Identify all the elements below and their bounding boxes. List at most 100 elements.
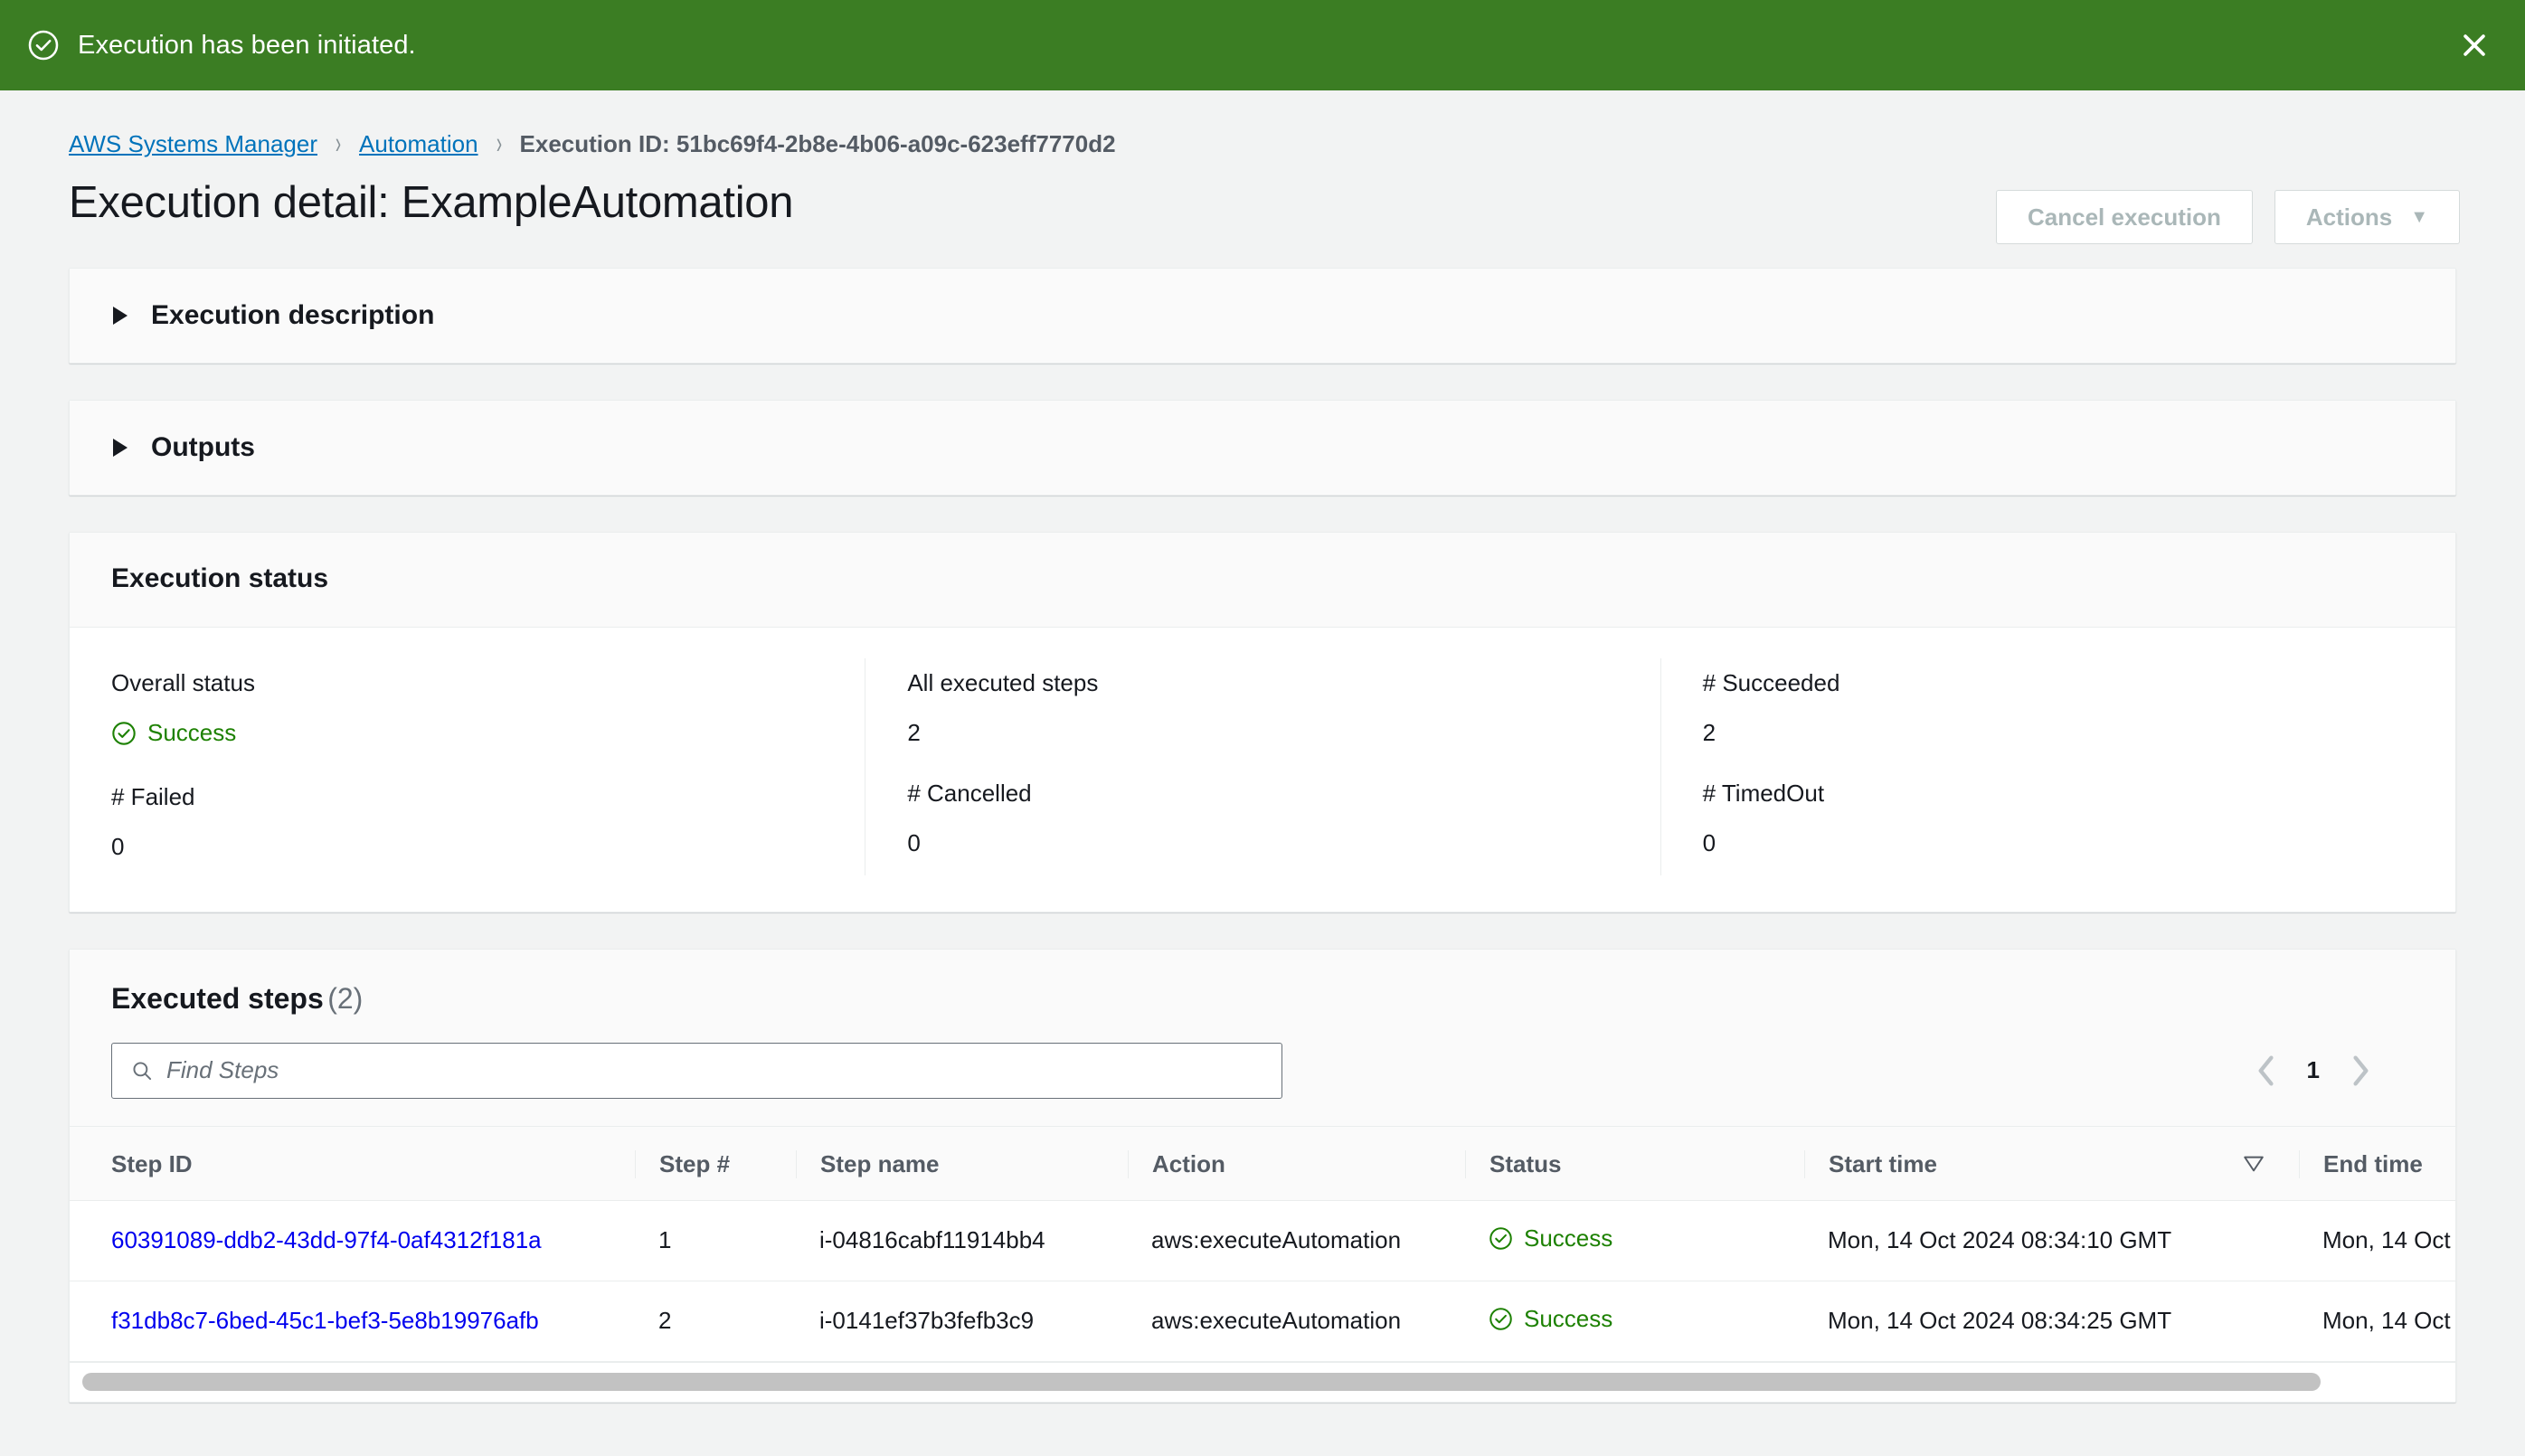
column-header-step-id[interactable]: Step ID: [70, 1126, 635, 1201]
executed-steps-count: (2): [327, 981, 364, 1015]
status-badge: Success: [111, 719, 236, 747]
column-header-start-time[interactable]: Start time: [1804, 1126, 2299, 1201]
flash-notification-banner: Execution has been initiated.: [0, 0, 2525, 90]
success-circle-check-icon: [112, 721, 136, 745]
status-value: 0: [1702, 829, 1716, 856]
status-cell-succeeded: # Succeeded 2 # TimedOut 0: [1660, 658, 2455, 875]
chevron-right-icon: [113, 439, 128, 457]
sort-descending-icon: [2243, 1156, 2265, 1172]
cell-step-id: f31db8c7-6bed-45c1-bef3-5e8b19976afb: [70, 1281, 635, 1362]
executed-steps-title: Executed steps: [111, 981, 324, 1015]
status-label: Overall status: [111, 669, 255, 696]
breadcrumb-item-aws-systems-manager[interactable]: AWS Systems Manager: [69, 130, 317, 158]
chevron-right-icon: [113, 307, 128, 325]
execution-description-header[interactable]: Execution description: [70, 269, 2455, 363]
status-value: 2: [907, 719, 921, 746]
close-icon[interactable]: [2454, 25, 2494, 65]
success-circle-check-icon: [1489, 1226, 1512, 1250]
executed-steps-toolbar: 1: [111, 1042, 2414, 1099]
executed-steps-table-scroll: Step ID Step # Step name Action Status S…: [70, 1126, 2455, 1362]
cell-step-number: 2: [635, 1281, 796, 1362]
actions-label: Actions: [2305, 203, 2393, 231]
column-header-status[interactable]: Status: [1465, 1126, 1804, 1201]
table-row[interactable]: 60391089-ddb2-43dd-97f4-0af4312f181a 1 i…: [70, 1200, 2455, 1281]
breadcrumb: AWS Systems Manager › Automation › Execu…: [0, 90, 2525, 161]
cell-end-time: Mon, 14 Oct 2024 08:: [2299, 1281, 2455, 1362]
execution-description-section[interactable]: Execution description: [69, 268, 2456, 364]
execution-status-section: Execution status Overall status Success …: [69, 532, 2456, 912]
status-badge: Success: [1489, 1305, 1612, 1333]
cancel-execution-label: Cancel execution: [2028, 203, 2221, 231]
column-label: Step name: [820, 1149, 940, 1177]
breadcrumb-item-execution-id: Execution ID: 51bc69f4-2b8e-4b06-a09c-62…: [519, 129, 1116, 157]
cell-step-id: 60391089-ddb2-43dd-97f4-0af4312f181a: [70, 1200, 635, 1281]
execution-description-label: Execution description: [151, 300, 435, 330]
page-content: AWS Systems Manager › Automation › Execu…: [0, 90, 2525, 1403]
status-label: # Failed: [111, 782, 195, 810]
header-actions: Cancel execution Actions ▼: [1996, 179, 2460, 244]
chevron-left-icon[interactable]: [2256, 1054, 2276, 1087]
search-icon: [133, 1061, 152, 1080]
chevron-down-icon: ▼: [2410, 207, 2428, 227]
cell-status: Success: [1465, 1200, 1804, 1281]
column-header-action[interactable]: Action: [1128, 1126, 1465, 1201]
outputs-header[interactable]: Outputs: [70, 401, 2455, 495]
actions-dropdown-button[interactable]: Actions ▼: [2274, 190, 2460, 244]
executed-steps-header: Executed steps (2) Find Steps 1: [70, 949, 2455, 1127]
table-body: 60391089-ddb2-43dd-97f4-0af4312f181a 1 i…: [70, 1200, 2455, 1362]
column-header-step-name[interactable]: Step name: [796, 1126, 1128, 1201]
success-circle-check-icon: [1489, 1307, 1512, 1330]
search-input[interactable]: [166, 1056, 1263, 1084]
status-value: 0: [111, 832, 125, 860]
status-cell-all-executed-steps: All executed steps 2 # Cancelled 0: [865, 658, 1660, 875]
execution-status-title: Execution status: [111, 563, 329, 593]
status-cell-overall-status: Overall status Success # Failed 0: [70, 658, 865, 875]
cell-start-time: Mon, 14 Oct 2024 08:34:25 GMT: [1804, 1281, 2299, 1362]
outputs-label: Outputs: [151, 432, 255, 462]
column-label: Action: [1152, 1149, 1225, 1177]
column-label: Status: [1489, 1149, 1562, 1177]
flash-message: Execution has been initiated.: [78, 30, 416, 60]
breadcrumb-item-automation[interactable]: Automation: [359, 130, 478, 158]
table-header-row: Step ID Step # Step name Action Status S…: [70, 1126, 2455, 1201]
column-label: Step ID: [111, 1149, 193, 1177]
column-header-step-number[interactable]: Step #: [635, 1126, 796, 1201]
cell-action: aws:executeAutomation: [1128, 1200, 1465, 1281]
execution-status-header: Execution status: [70, 533, 2455, 628]
status-label: # Succeeded: [1702, 669, 1840, 696]
status-text: Success: [1524, 1304, 1613, 1332]
cell-step-name: i-0141ef37b3fefb3c9: [796, 1281, 1128, 1362]
horizontal-scrollbar[interactable]: [70, 1361, 2455, 1402]
scrollbar-thumb[interactable]: [82, 1373, 2321, 1391]
success-circle-check-icon: [27, 29, 60, 61]
cell-step-number: 1: [635, 1200, 796, 1281]
outputs-section[interactable]: Outputs: [69, 400, 2456, 496]
table-row[interactable]: f31db8c7-6bed-45c1-bef3-5e8b19976afb 2 i…: [70, 1281, 2455, 1362]
cell-start-time: Mon, 14 Oct 2024 08:34:10 GMT: [1804, 1200, 2299, 1281]
column-label: Step #: [659, 1149, 731, 1177]
chevron-right-icon[interactable]: [2350, 1054, 2370, 1087]
execution-status-grid: Overall status Success # Failed 0 All ex…: [70, 628, 2455, 912]
breadcrumb-separator-icon: ›: [335, 126, 342, 161]
executed-steps-title-row: Executed steps (2): [111, 982, 2414, 1016]
step-id-link[interactable]: 60391089-ddb2-43dd-97f4-0af4312f181a: [111, 1226, 542, 1253]
cancel-execution-button[interactable]: Cancel execution: [1996, 190, 2253, 244]
page-header: Execution detail: ExampleAutomation Canc…: [0, 159, 2525, 244]
status-badge: Success: [1489, 1224, 1612, 1253]
flash-content: Execution has been initiated.: [27, 29, 416, 61]
step-id-link[interactable]: f31db8c7-6bed-45c1-bef3-5e8b19976afb: [111, 1307, 539, 1334]
status-value: 2: [1702, 719, 1716, 746]
cell-step-name: i-04816cabf11914bb4: [796, 1200, 1128, 1281]
executed-steps-table: Step ID Step # Step name Action Status S…: [70, 1126, 2455, 1362]
status-label: # Cancelled: [907, 780, 1032, 807]
cell-end-time: Mon, 14 Oct 2024 08:: [2299, 1200, 2455, 1281]
cell-action: aws:executeAutomation: [1128, 1281, 1465, 1362]
search-box[interactable]: [111, 1042, 1282, 1099]
status-label: # TimedOut: [1702, 780, 1825, 807]
breadcrumb-separator-icon: ›: [496, 126, 502, 161]
page-title: Execution detail: ExampleAutomation: [69, 178, 794, 227]
column-label: Start time: [1829, 1149, 1937, 1177]
status-text: Success: [1524, 1224, 1613, 1252]
column-header-end-time[interactable]: End time: [2299, 1126, 2455, 1201]
pagination-page-number[interactable]: 1: [2307, 1056, 2320, 1084]
